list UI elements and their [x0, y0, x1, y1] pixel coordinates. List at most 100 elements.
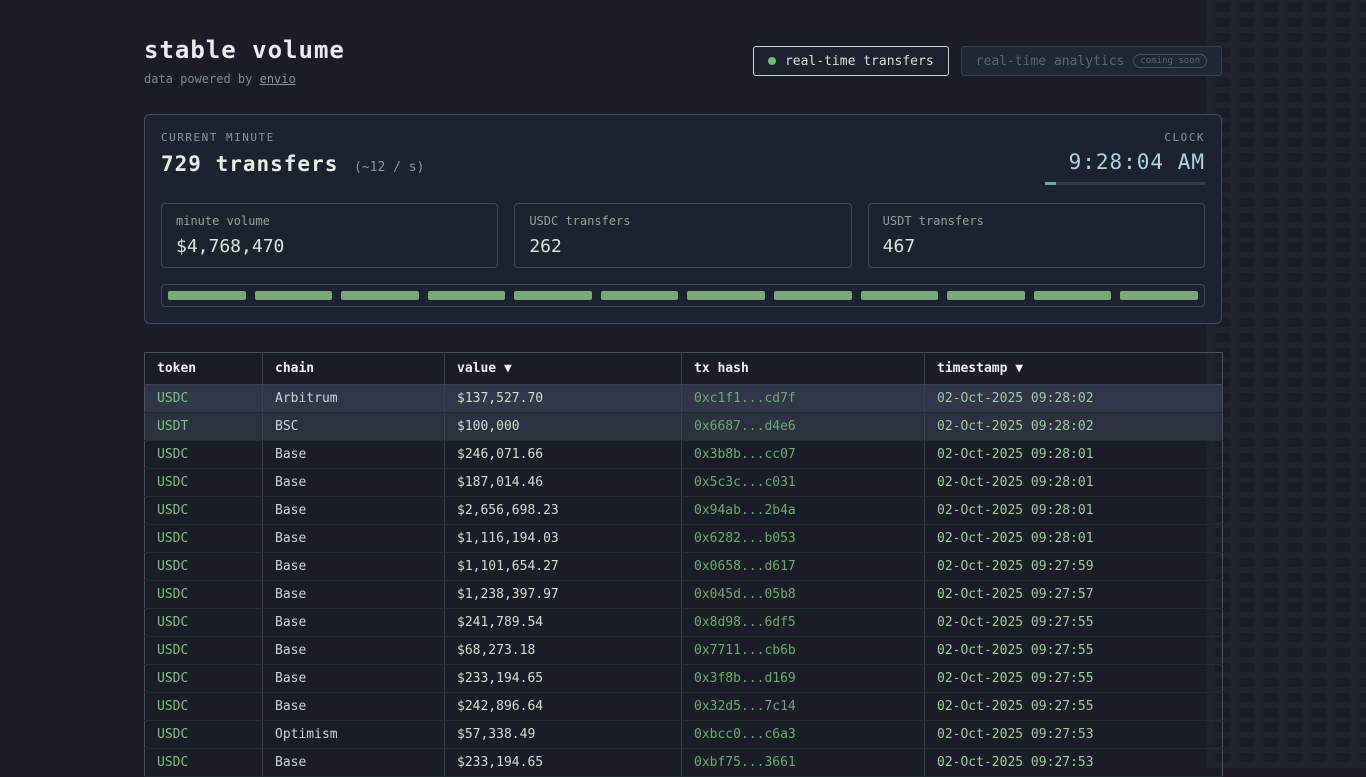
view-tabs: real-time transfers real-time analytics … — [753, 46, 1222, 76]
tab-label: real-time analytics — [976, 54, 1125, 69]
cell-token: USDC — [145, 693, 263, 721]
cell-value: $2,656,698.23 — [445, 497, 682, 525]
cell-tx-hash[interactable]: 0x7711...cb6b — [682, 637, 925, 665]
current-minute-panel: CURRENT MINUTE 729 transfers (~12 / s) C… — [144, 114, 1222, 324]
progress-segment — [1034, 291, 1112, 300]
cell-token: USDC — [145, 469, 263, 497]
background-texture — [1206, 0, 1366, 768]
minute-summary: CURRENT MINUTE 729 transfers (~12 / s) — [161, 131, 424, 185]
cell-value: $187,014.46 — [445, 469, 682, 497]
col-header-tx-hash[interactable]: tx hash — [682, 353, 925, 385]
cell-tx-hash[interactable]: 0x3b8b...cc07 — [682, 441, 925, 469]
progress-segment — [168, 291, 246, 300]
cell-value: $100,000 — [445, 413, 682, 441]
cell-tx-hash[interactable]: 0x6282...b053 — [682, 525, 925, 553]
panel-top-row: CURRENT MINUTE 729 transfers (~12 / s) C… — [161, 131, 1205, 185]
col-header-timestamp[interactable]: timestamp ▼ — [925, 353, 1223, 385]
table-header: token chain value ▼ tx hash timestamp ▼ — [145, 353, 1223, 385]
stat-value: 262 — [529, 236, 836, 257]
tab-realtime-transfers[interactable]: real-time transfers — [753, 46, 949, 76]
cell-timestamp: 02-Oct-2025 09:28:02 — [925, 413, 1223, 441]
cell-tx-hash[interactable]: 0x6687...d4e6 — [682, 413, 925, 441]
cell-chain: Base — [263, 441, 445, 469]
cell-chain: Base — [263, 637, 445, 665]
transfer-count: 729 transfers — [161, 152, 338, 176]
table-row: USDCOptimism$57,338.490xbcc0...c6a302-Oc… — [145, 721, 1223, 749]
cell-tx-hash[interactable]: 0x8d98...6df5 — [682, 609, 925, 637]
table-row: USDCBase$233,194.650x3f8b...d16902-Oct-2… — [145, 665, 1223, 693]
cell-tx-hash[interactable]: 0x045d...05b8 — [682, 581, 925, 609]
cell-chain: Base — [263, 749, 445, 777]
col-header-token[interactable]: token — [145, 353, 263, 385]
cell-timestamp: 02-Oct-2025 09:27:55 — [925, 693, 1223, 721]
cell-token: USDC — [145, 553, 263, 581]
cell-chain: Base — [263, 497, 445, 525]
cell-chain: Base — [263, 693, 445, 721]
progress-segment — [1120, 291, 1198, 300]
tab-realtime-analytics[interactable]: real-time analytics coming soon — [961, 46, 1222, 76]
table-row: USDCBase$1,116,194.030x6282...b05302-Oct… — [145, 525, 1223, 553]
clock-label: CLOCK — [1045, 131, 1205, 144]
cell-tx-hash[interactable]: 0xbf75...3661 — [682, 749, 925, 777]
stat-usdc-transfers: USDC transfers 262 — [514, 203, 851, 268]
progress-segment — [861, 291, 939, 300]
table-row: USDCBase$1,101,654.270x0658...d61702-Oct… — [145, 553, 1223, 581]
cell-value: $233,194.65 — [445, 749, 682, 777]
clock-progress-fill — [1045, 182, 1056, 185]
cell-value: $137,527.70 — [445, 385, 682, 413]
table-row: USDCBase$242,896.640x32d5...7c1402-Oct-2… — [145, 693, 1223, 721]
cell-chain: Base — [263, 553, 445, 581]
coming-soon-badge: coming soon — [1133, 54, 1207, 68]
clock-block: CLOCK 9:28:04 AM — [1045, 131, 1205, 185]
cell-value: $241,789.54 — [445, 609, 682, 637]
table-row: USDCBase$68,273.180x7711...cb6b02-Oct-20… — [145, 637, 1223, 665]
cell-chain: Base — [263, 581, 445, 609]
page-title: stable volume — [144, 36, 345, 64]
stat-label: USDC transfers — [529, 214, 836, 228]
header-row: token chain value ▼ tx hash timestamp ▼ — [145, 353, 1223, 385]
cell-timestamp: 02-Oct-2025 09:28:01 — [925, 469, 1223, 497]
table-row: USDCBase$1,238,397.970x045d...05b802-Oct… — [145, 581, 1223, 609]
cell-token: USDC — [145, 721, 263, 749]
col-header-value[interactable]: value ▼ — [445, 353, 682, 385]
page-container: stable volume data powered by envio real… — [144, 0, 1222, 777]
transfer-rate: (~12 / s) — [354, 160, 424, 175]
cell-timestamp: 02-Oct-2025 09:28:01 — [925, 497, 1223, 525]
subtitle: data powered by envio — [144, 72, 345, 86]
cell-timestamp: 02-Oct-2025 09:28:01 — [925, 525, 1223, 553]
progress-segment — [514, 291, 592, 300]
cell-value: $1,101,654.27 — [445, 553, 682, 581]
cell-tx-hash[interactable]: 0x0658...d617 — [682, 553, 925, 581]
cell-tx-hash[interactable]: 0xbcc0...c6a3 — [682, 721, 925, 749]
stat-value: 467 — [883, 236, 1190, 257]
clock-time: 9:28:04 AM — [1045, 150, 1205, 174]
cell-tx-hash[interactable]: 0x5c3c...c031 — [682, 469, 925, 497]
cell-value: $242,896.64 — [445, 693, 682, 721]
cell-value: $1,238,397.97 — [445, 581, 682, 609]
stat-minute-volume: minute volume $4,768,470 — [161, 203, 498, 268]
table-row: USDCBase$233,194.650xbf75...366102-Oct-2… — [145, 749, 1223, 777]
cell-tx-hash[interactable]: 0xc1f1...cd7f — [682, 385, 925, 413]
tab-label: real-time transfers — [785, 54, 934, 69]
table-row: USDCBase$246,071.660x3b8b...cc0702-Oct-2… — [145, 441, 1223, 469]
page-header: stable volume data powered by envio real… — [144, 0, 1222, 86]
envio-link[interactable]: envio — [260, 72, 296, 86]
stat-value: $4,768,470 — [176, 236, 483, 257]
cell-chain: Base — [263, 609, 445, 637]
cell-timestamp: 02-Oct-2025 09:27:55 — [925, 609, 1223, 637]
cell-token: USDC — [145, 609, 263, 637]
cell-chain: BSC — [263, 413, 445, 441]
table-row: USDCArbitrum$137,527.700xc1f1...cd7f02-O… — [145, 385, 1223, 413]
cell-tx-hash[interactable]: 0x94ab...2b4a — [682, 497, 925, 525]
live-dot-icon — [768, 57, 776, 65]
cell-timestamp: 02-Oct-2025 09:27:55 — [925, 637, 1223, 665]
progress-segment — [947, 291, 1025, 300]
col-header-chain[interactable]: chain — [263, 353, 445, 385]
progress-segment — [774, 291, 852, 300]
cell-tx-hash[interactable]: 0x3f8b...d169 — [682, 665, 925, 693]
cell-timestamp: 02-Oct-2025 09:27:53 — [925, 721, 1223, 749]
cell-token: USDC — [145, 637, 263, 665]
cell-tx-hash[interactable]: 0x32d5...7c14 — [682, 693, 925, 721]
stat-cards: minute volume $4,768,470 USDC transfers … — [161, 203, 1205, 268]
cell-timestamp: 02-Oct-2025 09:27:55 — [925, 665, 1223, 693]
